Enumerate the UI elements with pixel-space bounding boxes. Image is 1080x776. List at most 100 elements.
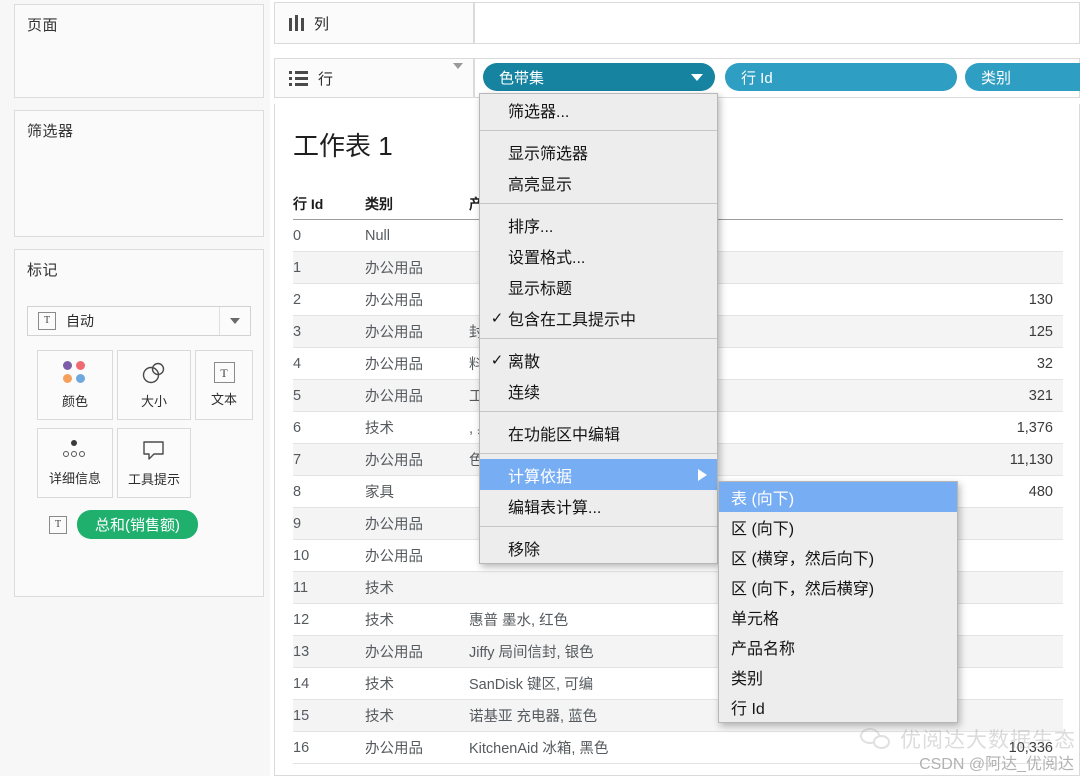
menu-item-label: 显示标题 <box>508 280 573 298</box>
cell-category: 技术 <box>365 677 394 693</box>
submenu-item-区向下[interactable]: 区 (向下) <box>719 512 957 542</box>
cell-category: 办公用品 <box>365 453 423 469</box>
cell-category: 技术 <box>365 709 394 725</box>
cell-row-id: 7 <box>293 451 302 468</box>
menu-item-排序[interactable]: 排序... <box>480 209 717 240</box>
menu-item-label: 在功能区中编辑 <box>508 426 621 444</box>
marks-color-button[interactable]: 颜色 <box>37 350 113 420</box>
marks-card: 标记 T 自动 颜色 大小 T 文本 详细信息 工具提示 T 总和(销售额) <box>14 249 264 597</box>
chevron-down-icon[interactable] <box>691 73 703 81</box>
menu-item-计算依据[interactable]: 计算依据 <box>480 459 717 490</box>
submenu-item-表向下[interactable]: 表 (向下) <box>719 482 957 512</box>
pill-category-label: 类别 <box>981 69 1012 87</box>
menu-separator <box>480 453 717 454</box>
menu-item-label: 离散 <box>508 353 541 371</box>
submenu-item-区向下然后横穿[interactable]: 区 (向下，然后横穿) <box>719 572 957 602</box>
cell-value: 11,130 <box>1009 451 1053 468</box>
cell-row-id: 9 <box>293 515 302 532</box>
filters-card[interactable]: 筛选器 <box>14 110 264 237</box>
menu-item-设置格式[interactable]: 设置格式... <box>480 240 717 271</box>
submenu-item-类别[interactable]: 类别 <box>719 662 957 692</box>
submenu-item-label: 单元格 <box>731 611 780 628</box>
cell-value: 321 <box>1028 387 1053 404</box>
cell-value: 10,336 <box>1008 739 1053 756</box>
menu-item-label: 筛选器... <box>508 103 570 121</box>
menu-item-label: 移除 <box>508 541 541 559</box>
cell-row-id: 4 <box>293 355 302 372</box>
marks-detail-button[interactable]: 详细信息 <box>37 428 113 498</box>
header-category[interactable]: 类别 <box>365 190 469 219</box>
pill-category[interactable]: 类别 <box>965 63 1080 91</box>
pages-card-title: 页面 <box>27 17 59 34</box>
pill-ribbon-set[interactable]: 色带集 <box>483 63 715 91</box>
marks-measure-row[interactable]: T 总和(销售额) <box>49 510 198 539</box>
menu-item-label: 设置格式... <box>508 249 586 267</box>
menu-item-label: 编辑表计算... <box>508 499 602 517</box>
submenu-item-label: 区 (向下，然后横穿) <box>731 581 875 598</box>
menu-item-筛选器[interactable]: 筛选器... <box>480 94 717 125</box>
marks-tooltip-label: 工具提示 <box>127 471 180 487</box>
menu-item-编辑表计算[interactable]: 编辑表计算... <box>480 490 717 521</box>
pill-ribbon-set-label: 色带集 <box>499 69 545 87</box>
cell-row-id: 2 <box>293 291 302 308</box>
header-value[interactable] <box>889 190 1063 219</box>
pill-row-id[interactable]: 行 Id <box>725 63 957 91</box>
compute-using-submenu[interactable]: 表 (向下) 区 (向下) 区 (横穿，然后向下) 区 (向下，然后横穿) 单元格产品名… <box>718 481 958 723</box>
submenu-item-label: 区 (向下) <box>731 521 795 538</box>
columns-shelf-text: 列 <box>314 15 330 33</box>
marks-tooltip-button[interactable]: 工具提示 <box>117 428 191 498</box>
cell-row-id: 16 <box>293 739 310 756</box>
mark-type-dropdown[interactable]: T 自动 <box>27 306 251 336</box>
cell-category: 技术 <box>365 421 394 437</box>
submenu-item-产品名称[interactable]: 产品名称 <box>719 632 957 662</box>
cell-category: 技术 <box>365 581 394 597</box>
menu-item-显示筛选器[interactable]: 显示筛选器 <box>480 136 717 167</box>
menu-item-label: 高亮显示 <box>508 176 573 194</box>
menu-item-高亮显示[interactable]: 高亮显示 <box>480 167 717 198</box>
cell-row-id: 0 <box>293 227 302 244</box>
menu-item-label: 计算依据 <box>508 468 573 486</box>
menu-separator <box>480 526 717 527</box>
check-icon: ✓ <box>490 351 504 369</box>
menu-item-在功能区中编辑[interactable]: 在功能区中编辑 <box>480 417 717 448</box>
pill-context-menu[interactable]: 筛选器... 显示筛选器高亮显示排序... 设置格式... 显示标题 ✓ 包含在工具提示中… <box>479 93 718 564</box>
cell-product-name: KitchenAid 冰箱, 黑色 <box>469 741 609 757</box>
columns-shelf-label: 列 <box>274 2 474 44</box>
header-row-id[interactable]: 行 Id <box>293 190 365 219</box>
menu-separator <box>480 411 717 412</box>
rows-shelf-text: 行 <box>318 70 334 88</box>
submenu-item-单元格[interactable]: 单元格 <box>719 602 957 632</box>
cell-category: 办公用品 <box>365 261 423 277</box>
rows-icon <box>289 70 308 86</box>
submenu-item-区横穿然后向下[interactable]: 区 (横穿，然后向下) <box>719 542 957 572</box>
cell-row-id: 15 <box>293 707 310 724</box>
columns-icon <box>289 15 304 31</box>
pages-card: 页面 <box>14 4 264 98</box>
marks-color-label: 颜色 <box>61 393 88 409</box>
cell-value: 125 <box>1028 323 1053 340</box>
submenu-item-label: 类别 <box>731 671 764 688</box>
text-t-icon: T <box>213 362 235 383</box>
text-t-icon: T <box>49 515 67 534</box>
rows-shelf-chevron-down-icon[interactable] <box>453 63 463 87</box>
menu-item-离散[interactable]: ✓ 离散 <box>480 344 717 375</box>
cell-row-id: 11 <box>293 579 309 596</box>
menu-item-显示标题[interactable]: 显示标题 <box>480 271 717 302</box>
cell-row-id: 10 <box>293 547 310 564</box>
cell-row-id: 14 <box>293 675 310 692</box>
marks-text-button[interactable]: T 文本 <box>195 350 253 420</box>
detail-dots-icon <box>60 439 90 462</box>
menu-item-连续[interactable]: 连续 <box>480 375 717 406</box>
measure-pill-sum-sales[interactable]: 总和(销售额) <box>77 510 198 539</box>
columns-shelf-dropzone[interactable] <box>474 2 1080 44</box>
menu-item-移除[interactable]: 移除 <box>480 532 717 563</box>
menu-item-包含在工具提示中[interactable]: ✓ 包含在工具提示中 <box>480 302 717 333</box>
table-row[interactable]: 16 办公用品 KitchenAid 冰箱, 黑色 10,336 <box>293 732 1063 764</box>
submenu-item-label: 表 (向下) <box>731 491 795 508</box>
cell-row-id: 12 <box>293 611 310 628</box>
cell-category: 办公用品 <box>365 357 423 373</box>
chevron-down-icon[interactable] <box>219 307 250 335</box>
marks-size-button[interactable]: 大小 <box>117 350 191 420</box>
marks-card-title: 标记 <box>27 262 59 279</box>
submenu-item-行Id[interactable]: 行 Id <box>719 692 957 722</box>
